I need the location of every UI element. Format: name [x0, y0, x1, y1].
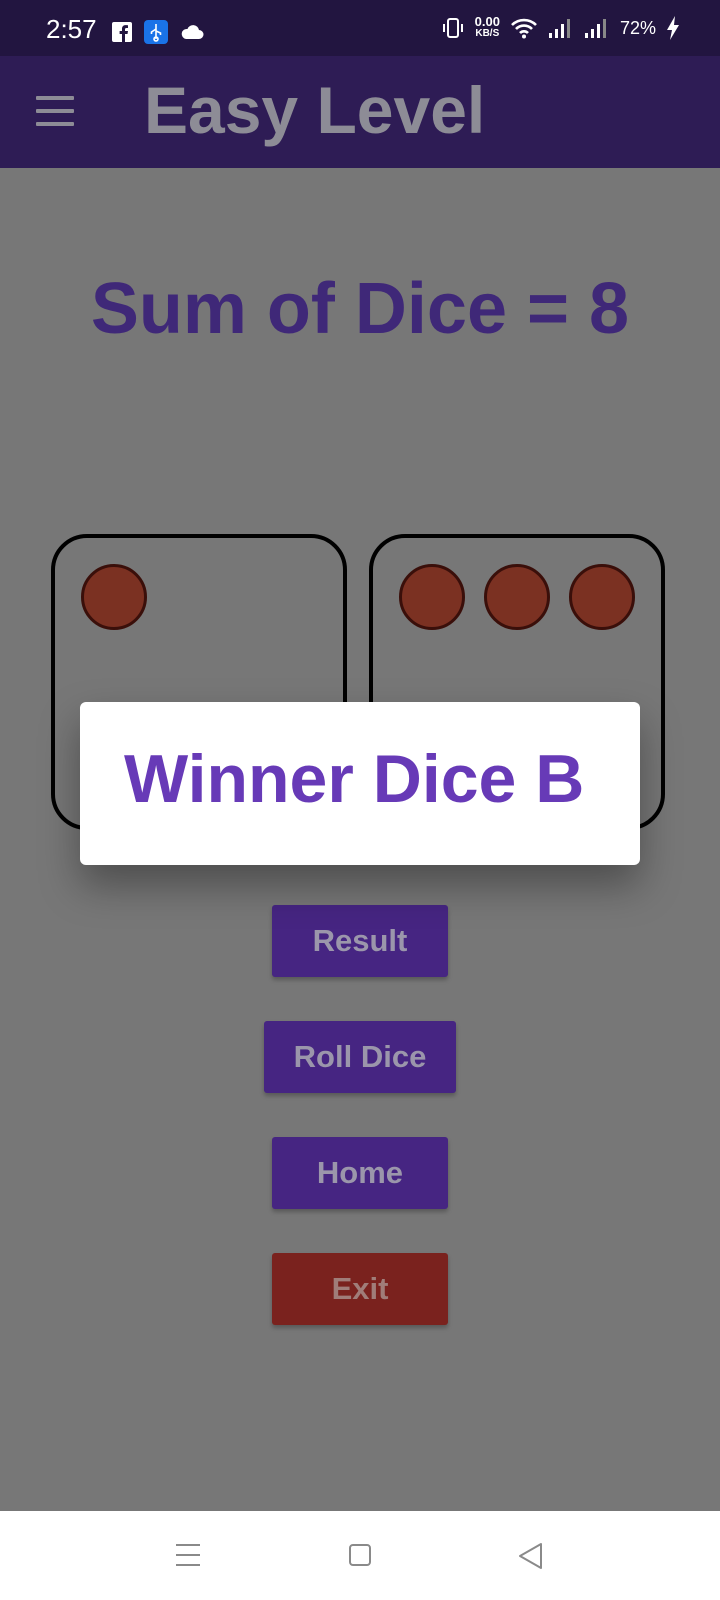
dice-pip [484, 564, 550, 630]
hamburger-menu-icon[interactable] [36, 96, 74, 126]
net-speed-unit: KB/S [475, 28, 500, 39]
sum-of-dice-label: Sum of Dice = 8 [90, 269, 630, 349]
net-speed-value: 0.00 [474, 14, 500, 29]
result-button[interactable]: Result [272, 905, 448, 977]
dice-pip [399, 564, 465, 630]
winner-message: Winner Dice B [124, 741, 585, 817]
vibrate-icon [442, 18, 463, 38]
home-icon[interactable] [349, 1544, 371, 1566]
charging-icon [667, 16, 679, 40]
status-right-icons: 0.00 KB/S 72% [441, 14, 680, 40]
notification-icons [112, 20, 204, 44]
cloud-icon [181, 25, 204, 39]
wifi-icon [511, 18, 537, 39]
dice-pip [569, 564, 635, 630]
back-icon[interactable] [517, 1542, 543, 1570]
status-bar: 2:57 0.00 KB/S 72% [0, 0, 720, 56]
winner-dialog[interactable]: Winner Dice B [80, 702, 640, 865]
exit-button[interactable]: Exit [272, 1253, 448, 1325]
roll-dice-button[interactable]: Roll Dice [264, 1021, 456, 1093]
system-nav-bar [0, 1511, 720, 1600]
battery-level: 72% [619, 17, 656, 38]
home-button[interactable]: Home [272, 1137, 448, 1209]
facebook-icon [112, 22, 132, 42]
recent-apps-icon[interactable] [176, 1544, 200, 1566]
signal-icon [548, 19, 570, 38]
app-bar: Easy Level [0, 56, 720, 168]
net-speed: 0.00 KB/S [474, 14, 500, 40]
usb-icon [144, 20, 168, 44]
signal-icon [584, 19, 606, 38]
status-time: 2:57 [46, 14, 97, 44]
dice-pip [81, 564, 147, 630]
page-title: Easy Level [144, 73, 486, 147]
